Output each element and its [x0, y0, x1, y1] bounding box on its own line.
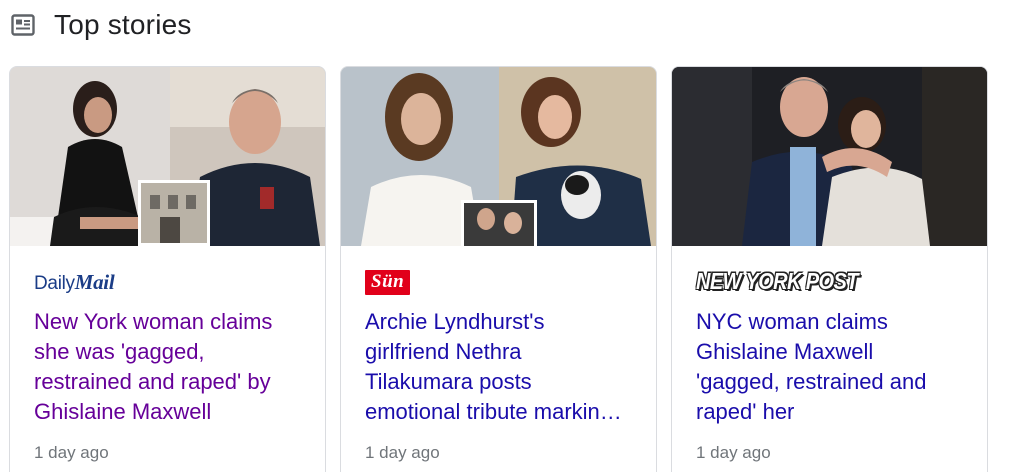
story-headline[interactable]: NYC woman claims Ghislaine Maxwell 'gagg… — [696, 307, 963, 427]
source-logo-daily-mail: DailyMail — [34, 267, 301, 297]
story-timestamp: 1 day ago — [34, 443, 109, 462]
story-thumbnail — [672, 67, 987, 246]
story-timestamp: 1 day ago — [365, 443, 440, 462]
source-name-prefix: Daily — [34, 272, 75, 294]
story-card-2[interactable]: Sün Archie Lyndhurst's girlfriend Nethra… — [340, 66, 657, 472]
story-timestamp: 1 day ago — [696, 443, 771, 462]
newspaper-icon — [10, 12, 36, 38]
source-name: NEW YORK POST — [696, 268, 858, 295]
story-headline[interactable]: Archie Lyndhurst's girlfriend Nethra Til… — [365, 307, 632, 427]
top-stories-header: Top stories — [10, 8, 192, 42]
story-card-1[interactable]: DailyMail New York woman claims she was … — [9, 66, 326, 472]
story-thumbnail — [10, 67, 325, 246]
source-logo-new-york-post: NEW YORK POST — [696, 267, 963, 297]
page-title: Top stories — [54, 9, 192, 40]
source-name-suffix: Mail — [74, 269, 115, 294]
story-thumbnail — [341, 67, 656, 246]
stories-carousel: DailyMail New York woman claims she was … — [9, 66, 988, 472]
source-name: Sün — [365, 269, 411, 295]
story-headline[interactable]: New York woman claims she was 'gagged, r… — [34, 307, 301, 427]
source-logo-the-sun: Sün — [365, 267, 632, 297]
story-card-3[interactable]: NEW YORK POST NYC woman claims Ghislaine… — [671, 66, 988, 472]
